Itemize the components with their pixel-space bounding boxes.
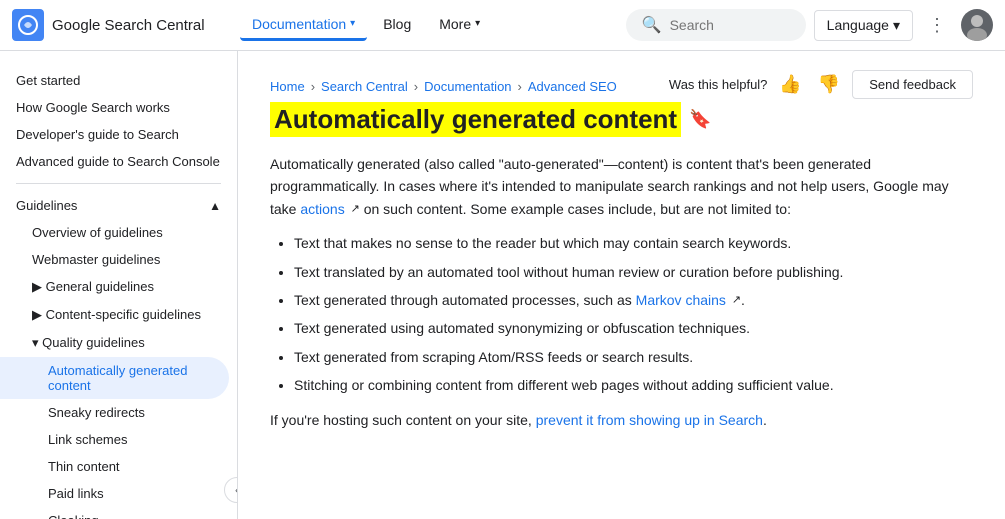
sidebar-divider: [16, 183, 221, 184]
nav-more-label: More: [439, 16, 471, 32]
breadcrumb-home[interactable]: Home: [270, 79, 305, 94]
search-box[interactable]: 🔍: [626, 9, 806, 41]
sidebar-item-advanced-guide[interactable]: Advanced guide to Search Console: [0, 148, 237, 175]
guidelines-chevron-icon: ▲: [209, 199, 221, 213]
more-options-button[interactable]: ⋮: [921, 9, 953, 41]
breadcrumb-sep-3: ›: [518, 79, 522, 94]
nav-items: Documentation ▾ Blog More ▾: [240, 10, 618, 41]
search-icon: 🔍: [642, 15, 662, 35]
nav-documentation-chevron: ▾: [350, 18, 355, 29]
nav-blog[interactable]: Blog: [371, 10, 423, 41]
sidebar-item-auto-generated[interactable]: Automatically generated content: [0, 357, 229, 399]
markov-chains-link[interactable]: Markov chains: [636, 292, 726, 308]
sidebar: Get started How Google Search works Deve…: [0, 51, 238, 519]
list-item-3: Text generated through automated process…: [294, 289, 973, 311]
list-item-6: Stitching or combining content from diff…: [294, 374, 973, 396]
brand-logo: [12, 9, 44, 41]
nav-documentation[interactable]: Documentation ▾: [240, 10, 367, 41]
breadcrumb-search-central[interactable]: Search Central: [321, 79, 408, 94]
main-layout: Get started How Google Search works Deve…: [0, 51, 1005, 519]
page-header: Automatically generated content 🔖: [270, 102, 973, 137]
nav-more-chevron: ▾: [475, 18, 480, 29]
language-button[interactable]: Language ▾: [814, 10, 913, 41]
language-label: Language: [827, 17, 889, 33]
page-title: Automatically generated content: [270, 102, 681, 137]
sidebar-item-sneaky-redirects[interactable]: Sneaky redirects: [0, 399, 237, 426]
list-item-5: Text generated from scraping Atom/RSS fe…: [294, 346, 973, 368]
nav-documentation-label: Documentation: [252, 16, 346, 32]
prevent-link[interactable]: prevent it from showing up in Search: [536, 412, 763, 428]
avatar[interactable]: [961, 9, 993, 41]
list-item-2: Text translated by an automated tool wit…: [294, 261, 973, 283]
breadcrumb-sep-1: ›: [311, 79, 315, 94]
sidebar-section-guidelines[interactable]: Guidelines ▲: [0, 192, 237, 219]
footer-paragraph: If you're hosting such content on your s…: [270, 409, 973, 431]
sidebar-item-link-schemes[interactable]: Link schemes: [0, 426, 237, 453]
breadcrumb: Home › Search Central › Documentation › …: [270, 63, 617, 102]
intro-paragraph: Automatically generated (also called "au…: [270, 153, 973, 220]
actions-link[interactable]: actions: [300, 201, 348, 217]
breadcrumb-documentation[interactable]: Documentation: [424, 79, 511, 94]
nav-more[interactable]: More ▾: [427, 10, 492, 41]
bullet-list: Text that makes no sense to the reader b…: [294, 232, 973, 396]
brand-name: Google Search Central: [52, 17, 205, 34]
sidebar-item-overview[interactable]: Overview of guidelines: [0, 219, 237, 246]
sidebar-item-webmaster[interactable]: Webmaster guidelines: [0, 246, 237, 273]
top-nav: Google Search Central Documentation ▾ Bl…: [0, 0, 1005, 51]
sidebar-item-thin-content[interactable]: Thin content: [0, 453, 237, 480]
sidebar-item-paid-links[interactable]: Paid links: [0, 480, 237, 507]
breadcrumb-advanced-seo[interactable]: Advanced SEO: [528, 79, 617, 94]
nav-blog-label: Blog: [383, 16, 411, 32]
thumbs-down-button[interactable]: 👎: [814, 70, 844, 99]
breadcrumb-sep-2: ›: [414, 79, 418, 94]
markov-ext-icon: ↗: [732, 292, 741, 310]
main-content: Home › Search Central › Documentation › …: [238, 51, 1005, 519]
sidebar-item-quality[interactable]: ▾ Quality guidelines: [0, 329, 237, 357]
helpful-text: Was this helpful?: [669, 77, 768, 92]
bookmark-icon[interactable]: 🔖: [689, 109, 711, 130]
content-body: Automatically generated (also called "au…: [270, 153, 973, 431]
sidebar-item-general[interactable]: ▶ General guidelines: [0, 273, 237, 301]
list-item-1: Text that makes no sense to the reader b…: [294, 232, 973, 254]
sidebar-item-cloaking[interactable]: Cloaking: [0, 507, 237, 519]
thumbs-up-button[interactable]: 👍: [775, 70, 805, 99]
sidebar-item-dev-guide[interactable]: Developer's guide to Search: [0, 121, 237, 148]
page-title-area: Automatically generated content 🔖: [270, 102, 712, 137]
send-feedback-button[interactable]: Send feedback: [852, 70, 973, 99]
language-chevron-icon: ▾: [893, 17, 900, 34]
list-item-4: Text generated using automated synonymiz…: [294, 317, 973, 339]
search-input[interactable]: [670, 17, 790, 33]
sidebar-item-get-started[interactable]: Get started: [0, 67, 237, 94]
feedback-area: Was this helpful? 👍 👎 Send feedback: [669, 70, 973, 99]
sidebar-item-content-specific[interactable]: ▶ Content-specific guidelines: [0, 301, 237, 329]
sidebar-item-how-google-works[interactable]: How Google Search works: [0, 94, 237, 121]
external-link-icon: ↗: [351, 201, 360, 219]
brand: Google Search Central: [12, 9, 232, 41]
